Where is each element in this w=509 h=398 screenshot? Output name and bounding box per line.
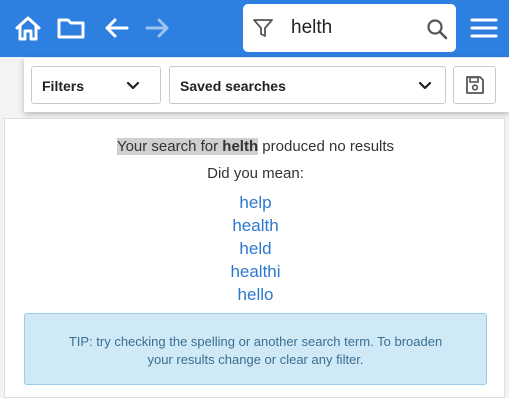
folder-icon[interactable]	[56, 13, 86, 43]
tip-text-line-1: TIP: try checking the spelling or anothe…	[68, 334, 443, 349]
search-term: helth	[222, 138, 259, 155]
message-suffix: produced no results	[262, 138, 395, 155]
chevron-down-icon	[418, 81, 432, 90]
highlighted-message: Your search for helth	[116, 138, 259, 155]
save-search-button[interactable]	[453, 66, 496, 104]
search-input[interactable]	[291, 14, 411, 42]
filter-bar: Filters Saved searches	[24, 58, 509, 112]
message-prefix: Your search for	[116, 138, 219, 155]
top-toolbar	[0, 0, 509, 57]
suggestion-link[interactable]: health	[5, 216, 506, 236]
arrow-right-icon[interactable]	[143, 13, 173, 43]
hamburger-menu-icon[interactable]	[470, 16, 498, 40]
floppy-disk-icon	[465, 76, 484, 94]
home-icon[interactable]	[13, 13, 43, 43]
tip-box: TIP: try checking the spelling or anothe…	[24, 313, 487, 385]
saved-searches-label: Saved searches	[180, 78, 286, 94]
suggestion-link[interactable]: healthi	[5, 262, 506, 282]
suggestion-link[interactable]: help	[5, 193, 506, 213]
search-icon[interactable]	[426, 18, 448, 40]
suggestion-link[interactable]: hello	[5, 285, 506, 305]
search-box	[243, 4, 456, 52]
arrow-left-icon[interactable]	[101, 13, 131, 43]
filters-label: Filters	[42, 78, 85, 94]
did-you-mean-label: Did you mean:	[207, 165, 304, 182]
suggestion-link[interactable]: held	[5, 239, 506, 259]
saved-searches-dropdown[interactable]: Saved searches	[169, 66, 446, 104]
tip-text-line-2: your results change or clear any filter.	[147, 352, 364, 367]
chevron-down-icon	[126, 81, 140, 90]
filter-icon[interactable]	[252, 17, 274, 39]
no-results-message: Your search for helth produced no result…	[5, 138, 506, 155]
filters-dropdown[interactable]: Filters	[31, 66, 161, 104]
results-panel: Your search for helth produced no result…	[4, 118, 505, 398]
